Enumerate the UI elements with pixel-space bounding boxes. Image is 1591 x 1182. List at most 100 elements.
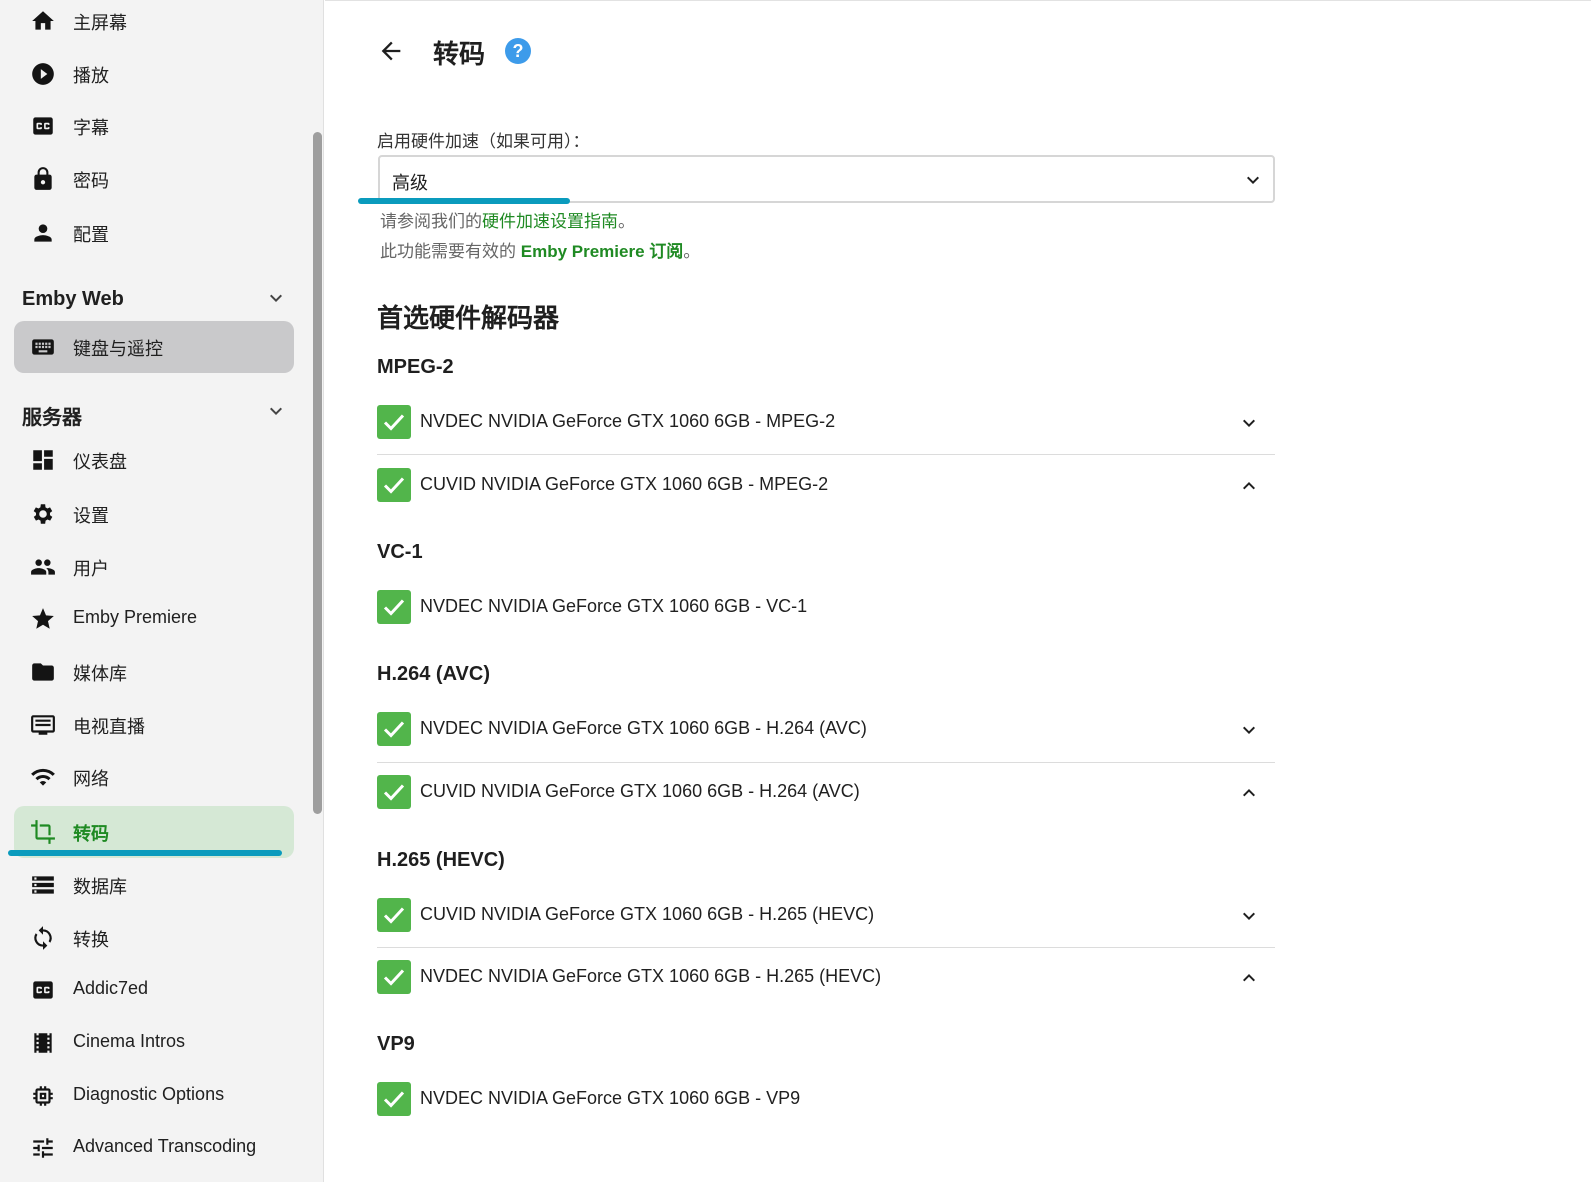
sidebar-item-subtitles[interactable]: 字幕	[14, 100, 294, 152]
hw-accel-select[interactable]: 高级	[378, 155, 1275, 203]
sidebar: 主屏幕 播放 字幕 密码 配置 Emby Web 键盘与遥控 服务器 仪表盘 设…	[0, 0, 324, 1182]
sidebar-item-addic7ed[interactable]: Addic7ed	[14, 964, 294, 1016]
sidebar-item-label: Diagnostic Options	[73, 1084, 225, 1104]
decoder-checkbox[interactable]	[377, 590, 411, 624]
sidebar-item-database[interactable]: 数据库	[14, 859, 294, 911]
decoder-row[interactable]: NVDEC NVIDIA GeForce GTX 1060 6GB - H.26…	[377, 956, 1275, 1016]
gear-icon	[30, 501, 56, 527]
decoder-row[interactable]: NVDEC NVIDIA GeForce GTX 1060 6GB - VP9	[377, 1078, 1275, 1138]
sidebar-item-live-tv[interactable]: 电视直播	[14, 699, 294, 751]
sync-icon	[30, 925, 56, 951]
decoder-row[interactable]: CUVID NVIDIA GeForce GTX 1060 6GB - H.26…	[377, 894, 1275, 954]
decoder-name: NVDEC NVIDIA GeForce GTX 1060 6GB - H.26…	[420, 718, 867, 738]
sidebar-item-label: 主屏幕	[73, 13, 127, 33]
chevron-down-icon	[1241, 168, 1265, 192]
sidebar-item-label: 播放	[73, 66, 109, 86]
sidebar-item-dashboard[interactable]: 仪表盘	[14, 434, 294, 486]
star-icon	[30, 606, 56, 632]
sidebar-item-label: 数据库	[73, 877, 127, 897]
sidebar-item-label: 电视直播	[73, 717, 145, 737]
sidebar-item-keyboard[interactable]: 键盘与遥控	[14, 321, 294, 373]
chevron-down-icon[interactable]	[1237, 904, 1261, 928]
decoders-section-title: 首选硬件解码器	[377, 303, 560, 333]
sidebar-item-library[interactable]: 媒体库	[14, 646, 294, 698]
lock-icon	[30, 166, 56, 192]
decoder-checkbox[interactable]	[377, 775, 411, 809]
decoder-name: NVDEC NVIDIA GeForce GTX 1060 6GB - H.26…	[420, 966, 882, 986]
codec-title-vc1: VC-1	[377, 541, 423, 563]
chevron-down-icon[interactable]	[1237, 718, 1261, 742]
sidebar-item-label: 网络	[73, 769, 109, 789]
sidebar-item-advanced-transcoding[interactable]: Advanced Transcoding	[14, 1122, 294, 1174]
decoder-checkbox[interactable]	[377, 405, 411, 439]
codec-title-vp9: VP9	[377, 1033, 415, 1055]
decoder-name: CUVID NVIDIA GeForce GTX 1060 6GB - H.26…	[420, 781, 860, 801]
decoder-row[interactable]: NVDEC NVIDIA GeForce GTX 1060 6GB - VC-1	[377, 586, 1275, 646]
hw-accel-selected-value: 高级	[392, 173, 428, 193]
sidebar-item-label: Addic7ed	[73, 978, 149, 998]
chevron-up-icon[interactable]	[1237, 966, 1261, 990]
sidebar-item-label: 密码	[73, 171, 109, 191]
decoder-checkbox[interactable]	[377, 960, 411, 994]
sidebar-item-network[interactable]: 网络	[14, 751, 294, 803]
sidebar-item-conversion[interactable]: 转换	[14, 912, 294, 964]
sidebar-item-playback[interactable]: 播放	[14, 48, 294, 100]
sidebar-item-label: 转换	[73, 930, 109, 950]
crop-icon	[30, 819, 56, 845]
chip-icon	[30, 1083, 56, 1109]
sidebar-item-emby-premiere[interactable]: Emby Premiere	[14, 593, 294, 645]
section-header-emby-web[interactable]: Emby Web	[22, 286, 302, 316]
hw-accel-guide-text: 请参阅我们的硬件加速设置指南。	[380, 207, 635, 232]
row-divider	[377, 762, 1275, 763]
checkmark-icon	[383, 969, 405, 986]
checkmark-icon	[383, 784, 405, 801]
checkmark-icon	[383, 414, 405, 431]
decoder-row[interactable]: NVDEC NVIDIA GeForce GTX 1060 6GB - H.26…	[377, 708, 1275, 768]
decoder-row[interactable]: CUVID NVIDIA GeForce GTX 1060 6GB - H.26…	[377, 771, 1275, 831]
film-icon	[30, 1030, 56, 1056]
sidebar-item-cinema-intros[interactable]: Cinema Intros	[14, 1017, 294, 1069]
closed-caption-icon	[30, 977, 56, 1003]
sidebar-item-label: Cinema Intros	[73, 1031, 186, 1051]
people-icon	[30, 554, 56, 580]
checkmark-icon	[383, 477, 405, 494]
sidebar-item-profile[interactable]: 配置	[14, 207, 294, 259]
sidebar-item-home[interactable]: 主屏幕	[14, 0, 294, 47]
chevron-down-icon[interactable]	[1237, 411, 1261, 435]
decoder-name: CUVID NVIDIA GeForce GTX 1060 6GB - MPEG…	[420, 474, 829, 494]
decoder-checkbox[interactable]	[377, 468, 411, 502]
premiere-link[interactable]: Emby Premiere 订阅	[521, 242, 684, 261]
tune-icon	[30, 1135, 56, 1161]
sidebar-item-label: 仪表盘	[73, 452, 127, 472]
chevron-up-icon[interactable]	[1237, 474, 1261, 498]
section-title: Emby Web	[22, 288, 124, 310]
checkmark-icon	[383, 1091, 405, 1108]
sidebar-item-users[interactable]: 用户	[14, 541, 294, 593]
sidebar-item-label: 转码	[73, 824, 109, 844]
closed-caption-icon	[30, 113, 56, 139]
help-suffix: 。	[618, 212, 635, 231]
sidebar-item-settings[interactable]: 设置	[14, 488, 294, 540]
help-prefix: 请参阅我们的	[380, 212, 482, 231]
sidebar-item-label: 键盘与遥控	[73, 339, 163, 359]
codec-title-mpeg2: MPEG-2	[377, 356, 454, 378]
back-button[interactable]	[377, 37, 405, 65]
help-icon[interactable]: ?	[505, 38, 531, 64]
decoder-row[interactable]: CUVID NVIDIA GeForce GTX 1060 6GB - MPEG…	[377, 464, 1275, 524]
active-item-highlight	[8, 850, 282, 856]
decoder-checkbox[interactable]	[377, 1082, 411, 1116]
folder-icon	[30, 659, 56, 685]
sidebar-scrollbar[interactable]	[313, 132, 322, 814]
decoder-checkbox[interactable]	[377, 712, 411, 746]
decoder-row[interactable]: NVDEC NVIDIA GeForce GTX 1060 6GB - MPEG…	[377, 401, 1275, 461]
decoder-checkbox[interactable]	[377, 898, 411, 932]
sidebar-item-password[interactable]: 密码	[14, 153, 294, 205]
sidebar-item-label: 媒体库	[73, 664, 127, 684]
hw-accel-guide-link[interactable]: 硬件加速设置指南	[482, 212, 618, 231]
section-header-server[interactable]: 服务器	[22, 399, 302, 429]
wifi-icon	[30, 764, 56, 790]
row-divider	[377, 947, 1275, 948]
premiere-prefix: 此功能需要有效的	[380, 242, 521, 261]
chevron-up-icon[interactable]	[1237, 781, 1261, 805]
sidebar-item-diagnostic-options[interactable]: Diagnostic Options	[14, 1070, 294, 1122]
